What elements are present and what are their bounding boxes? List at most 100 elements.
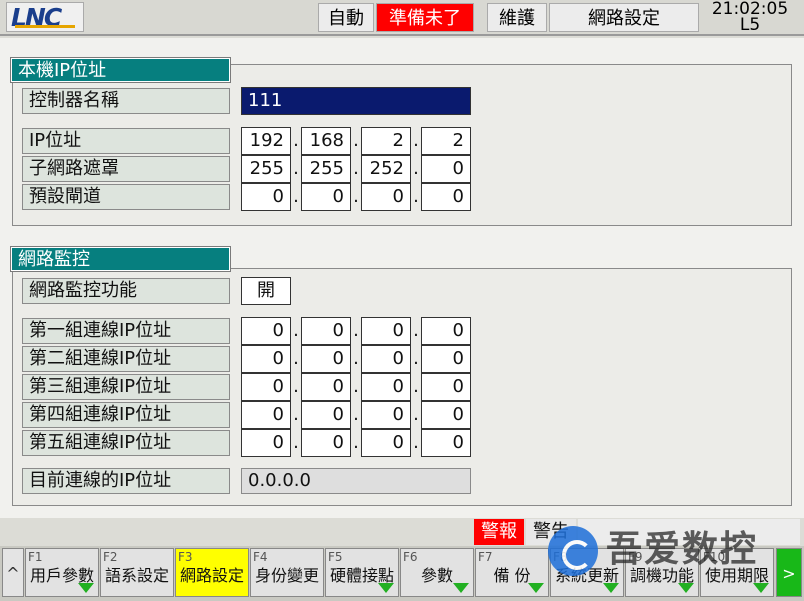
gateway-dot: . [353, 186, 359, 207]
subnet-octet-3[interactable]: 252 [361, 155, 411, 183]
connection-2-label: 第二組連線IP位址 [22, 346, 230, 372]
connection-5-octet-2[interactable]: 0 [301, 429, 351, 457]
submenu-arrow-icon [603, 583, 619, 593]
gateway-octet-2[interactable]: 0 [301, 183, 351, 211]
fkey-label: 身份變更 [254, 566, 319, 585]
connection-3-label: 第三組連線IP位址 [22, 374, 230, 400]
ready-status-badge: 準備未了 [376, 3, 474, 32]
logo-underline [15, 25, 75, 28]
connection-2-octet-3[interactable]: 0 [361, 345, 411, 373]
connection-4-octet-3[interactable]: 0 [361, 401, 411, 429]
connection-5-octet-1[interactable]: 0 [241, 429, 291, 457]
subnet-dot: . [353, 158, 359, 179]
connection-3-octet-3[interactable]: 0 [361, 373, 411, 401]
fkey-number: F5 [328, 550, 343, 564]
connection-dot: . [413, 320, 419, 341]
ip-address-label: IP位址 [22, 128, 230, 154]
connection-dot: . [293, 404, 299, 425]
controller-name-label: 控制器名稱 [22, 88, 230, 114]
f3-network-settings-key[interactable]: F3 網路設定 [175, 548, 249, 597]
watermark: 吾爱数控 [548, 522, 798, 582]
network-monitor-section-title: 網路監控 [10, 246, 231, 272]
gateway-dot: . [293, 186, 299, 207]
gateway-dot: . [413, 186, 419, 207]
mode-indicator: 自動 [318, 3, 374, 32]
connection-4-label: 第四組連線IP位址 [22, 402, 230, 428]
connection-1-octet-3[interactable]: 0 [361, 317, 411, 345]
ip-dot: . [413, 130, 419, 151]
connection-dot: . [413, 432, 419, 453]
f5-hardware-io-key[interactable]: F5 硬體接點 [325, 548, 399, 597]
subnet-octet-2[interactable]: 255 [301, 155, 351, 183]
connection-3-octet-4[interactable]: 0 [421, 373, 471, 401]
fkey-number: F6 [403, 550, 418, 564]
fkey-label: 語系設定 [104, 566, 169, 585]
connection-dot: . [293, 432, 299, 453]
page-up-button[interactable]: ^ [2, 548, 24, 597]
connection-2-octet-2[interactable]: 0 [301, 345, 351, 373]
f2-language-key[interactable]: F2 語系設定 [100, 548, 174, 597]
header-bar: LNC 自動 準備未了 維護 網路設定 21:02:05 L5 [0, 0, 804, 36]
connection-1-octet-4[interactable]: 0 [421, 317, 471, 345]
fkey-number: F3 [178, 550, 193, 564]
connection-1-octet-2[interactable]: 0 [301, 317, 351, 345]
local-ip-section-title: 本機IP位址 [10, 57, 231, 83]
fkey-number: F4 [253, 550, 268, 564]
connection-dot: . [293, 320, 299, 341]
connection-3-octet-2[interactable]: 0 [301, 373, 351, 401]
f4-change-identity-key[interactable]: F4 身份變更 [250, 548, 324, 597]
clock: 21:02:05 L5 [700, 0, 800, 34]
connection-dot: . [353, 348, 359, 369]
fkey-number: F2 [103, 550, 118, 564]
connection-dot: . [353, 376, 359, 397]
ip-octet-1[interactable]: 192 [241, 127, 291, 155]
connection-1-octet-1[interactable]: 0 [241, 317, 291, 345]
connection-4-octet-4[interactable]: 0 [421, 401, 471, 429]
page-title: 網路設定 [549, 3, 699, 32]
subnet-dot: . [293, 158, 299, 179]
connection-4-octet-1[interactable]: 0 [241, 401, 291, 429]
f7-backup-key[interactable]: F7 備 份 [475, 548, 549, 597]
ip-octet-2[interactable]: 168 [301, 127, 351, 155]
fkey-number: F7 [478, 550, 493, 564]
ip-octet-4[interactable]: 2 [421, 127, 471, 155]
submenu-arrow-icon [528, 583, 544, 593]
connection-dot: . [413, 404, 419, 425]
watermark-logo-icon [548, 526, 598, 576]
subnet-dot: . [413, 158, 419, 179]
connection-dot: . [293, 348, 299, 369]
fkey-label: 網路設定 [179, 566, 244, 585]
connection-dot: . [353, 404, 359, 425]
connection-dot: . [413, 348, 419, 369]
f6-parameters-key[interactable]: F6 參數 [400, 548, 474, 597]
connection-5-octet-3[interactable]: 0 [361, 429, 411, 457]
submenu-arrow-icon [453, 583, 469, 593]
ip-dot: . [293, 130, 299, 151]
submenu-arrow-icon [678, 583, 694, 593]
connection-dot: . [413, 376, 419, 397]
monitor-function-toggle[interactable]: 開 [241, 277, 291, 305]
subnet-octet-4[interactable]: 0 [421, 155, 471, 183]
watermark-text: 吾爱数控 [606, 529, 759, 570]
submenu-arrow-icon [753, 583, 769, 593]
gateway-label: 預設閘道 [22, 184, 230, 210]
submenu-arrow-icon [78, 583, 94, 593]
connection-2-octet-1[interactable]: 0 [241, 345, 291, 373]
controller-name-field[interactable]: 111 [241, 87, 471, 115]
gateway-octet-3[interactable]: 0 [361, 183, 411, 211]
gateway-octet-4[interactable]: 0 [421, 183, 471, 211]
ip-octet-3[interactable]: 2 [361, 127, 411, 155]
logo-text: LNC [11, 3, 62, 32]
alarm-button[interactable]: 警報 [474, 519, 524, 545]
connection-dot: . [353, 432, 359, 453]
main-panel: 本機IP位址 控制器名稱 111 IP位址 192 . 168 . 2 . 2 … [0, 38, 804, 518]
f1-user-params-key[interactable]: F1 用戶參數 [25, 548, 99, 597]
maintenance-tab[interactable]: 維護 [487, 3, 547, 32]
connection-5-octet-4[interactable]: 0 [421, 429, 471, 457]
connection-2-octet-4[interactable]: 0 [421, 345, 471, 373]
subnet-octet-1[interactable]: 255 [241, 155, 291, 183]
connection-4-octet-2[interactable]: 0 [301, 401, 351, 429]
connection-5-label: 第五組連線IP位址 [22, 430, 230, 456]
gateway-octet-1[interactable]: 0 [241, 183, 291, 211]
connection-3-octet-1[interactable]: 0 [241, 373, 291, 401]
